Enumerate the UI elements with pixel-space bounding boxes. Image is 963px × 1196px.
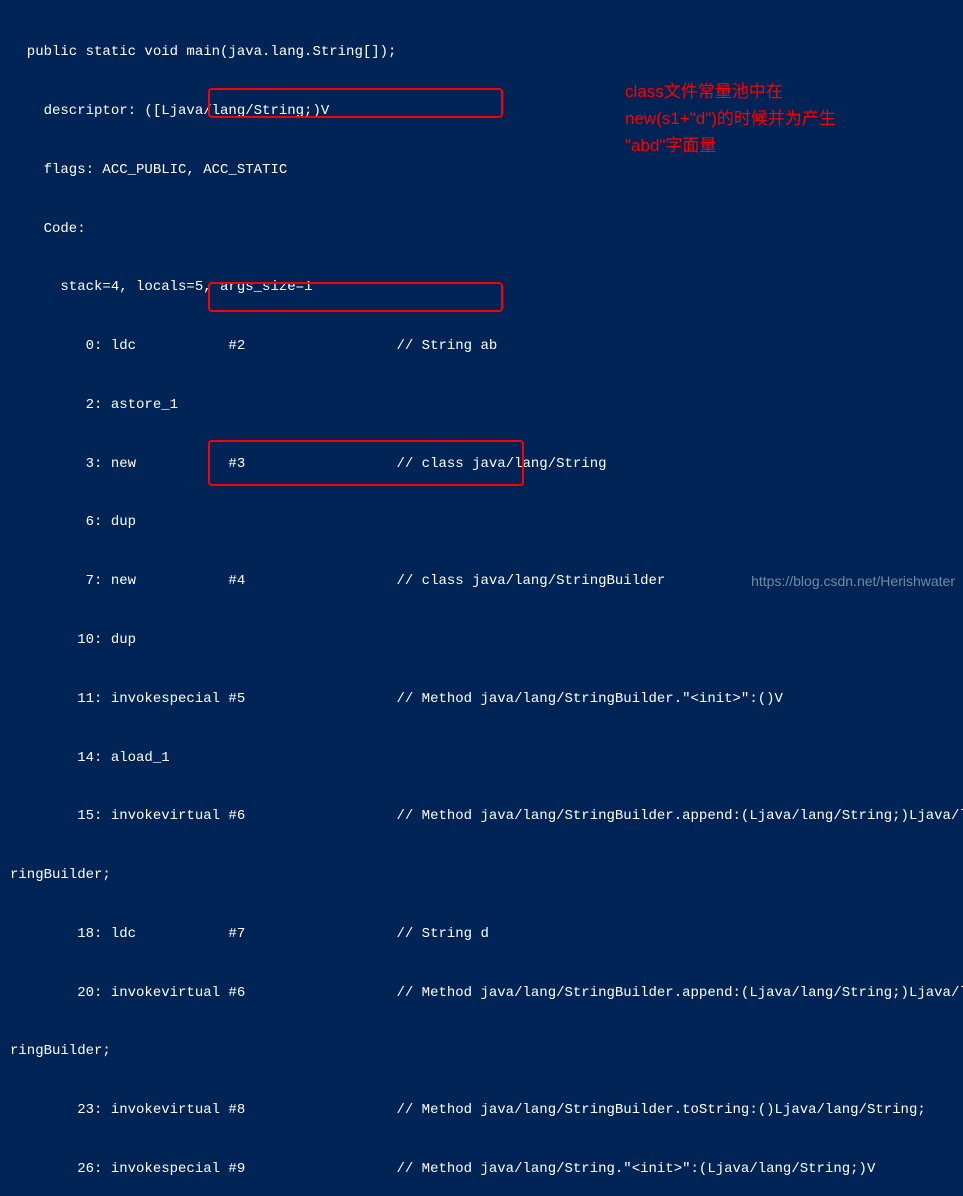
annotation-line-1: class文件常量池中在: [625, 78, 836, 105]
bytecode-line: 14: aload_1: [10, 749, 963, 769]
bytecode-line: 15: invokevirtual #6 // Method java/lang…: [10, 807, 963, 827]
bytecode-line: 18: ldc #7 // String d: [10, 925, 963, 945]
bytecode-line: 10: dup: [10, 631, 963, 651]
code-label: Code:: [10, 220, 963, 240]
bytecode-line: 26: invokespecial #9 // Method java/lang…: [10, 1160, 963, 1180]
watermark: https://blog.csdn.net/Herishwater: [751, 572, 955, 592]
bytecode-line: 23: invokevirtual #8 // Method java/lang…: [10, 1101, 963, 1121]
bytecode-line: 3: new #3 // class java/lang/String: [10, 455, 963, 475]
bytecode-line: 20: invokevirtual #6 // Method java/lang…: [10, 984, 963, 1004]
flags-line: flags: ACC_PUBLIC, ACC_STATIC: [10, 161, 963, 181]
bytecode-line: 0: ldc #2 // String ab: [10, 337, 963, 357]
bytecode-line: 6: dup: [10, 513, 963, 533]
bytecode-line: ringBuilder;: [10, 1042, 963, 1062]
annotation-text: class文件常量池中在 new(s1+"d")的时候并为产生 "abd"字面量: [625, 78, 836, 160]
bytecode-line: ringBuilder;: [10, 866, 963, 886]
stack-info: stack=4, locals=5, args_size=1: [10, 278, 963, 298]
bytecode-line: 11: invokespecial #5 // Method java/lang…: [10, 690, 963, 710]
method-signature: public static void main(java.lang.String…: [10, 43, 963, 63]
bytecode-line: 2: astore_1: [10, 396, 963, 416]
annotation-line-3: "abd"字面量: [625, 132, 836, 159]
bytecode-listing: public static void main(java.lang.String…: [0, 0, 963, 1196]
annotation-line-2: new(s1+"d")的时候并为产生: [625, 105, 836, 132]
